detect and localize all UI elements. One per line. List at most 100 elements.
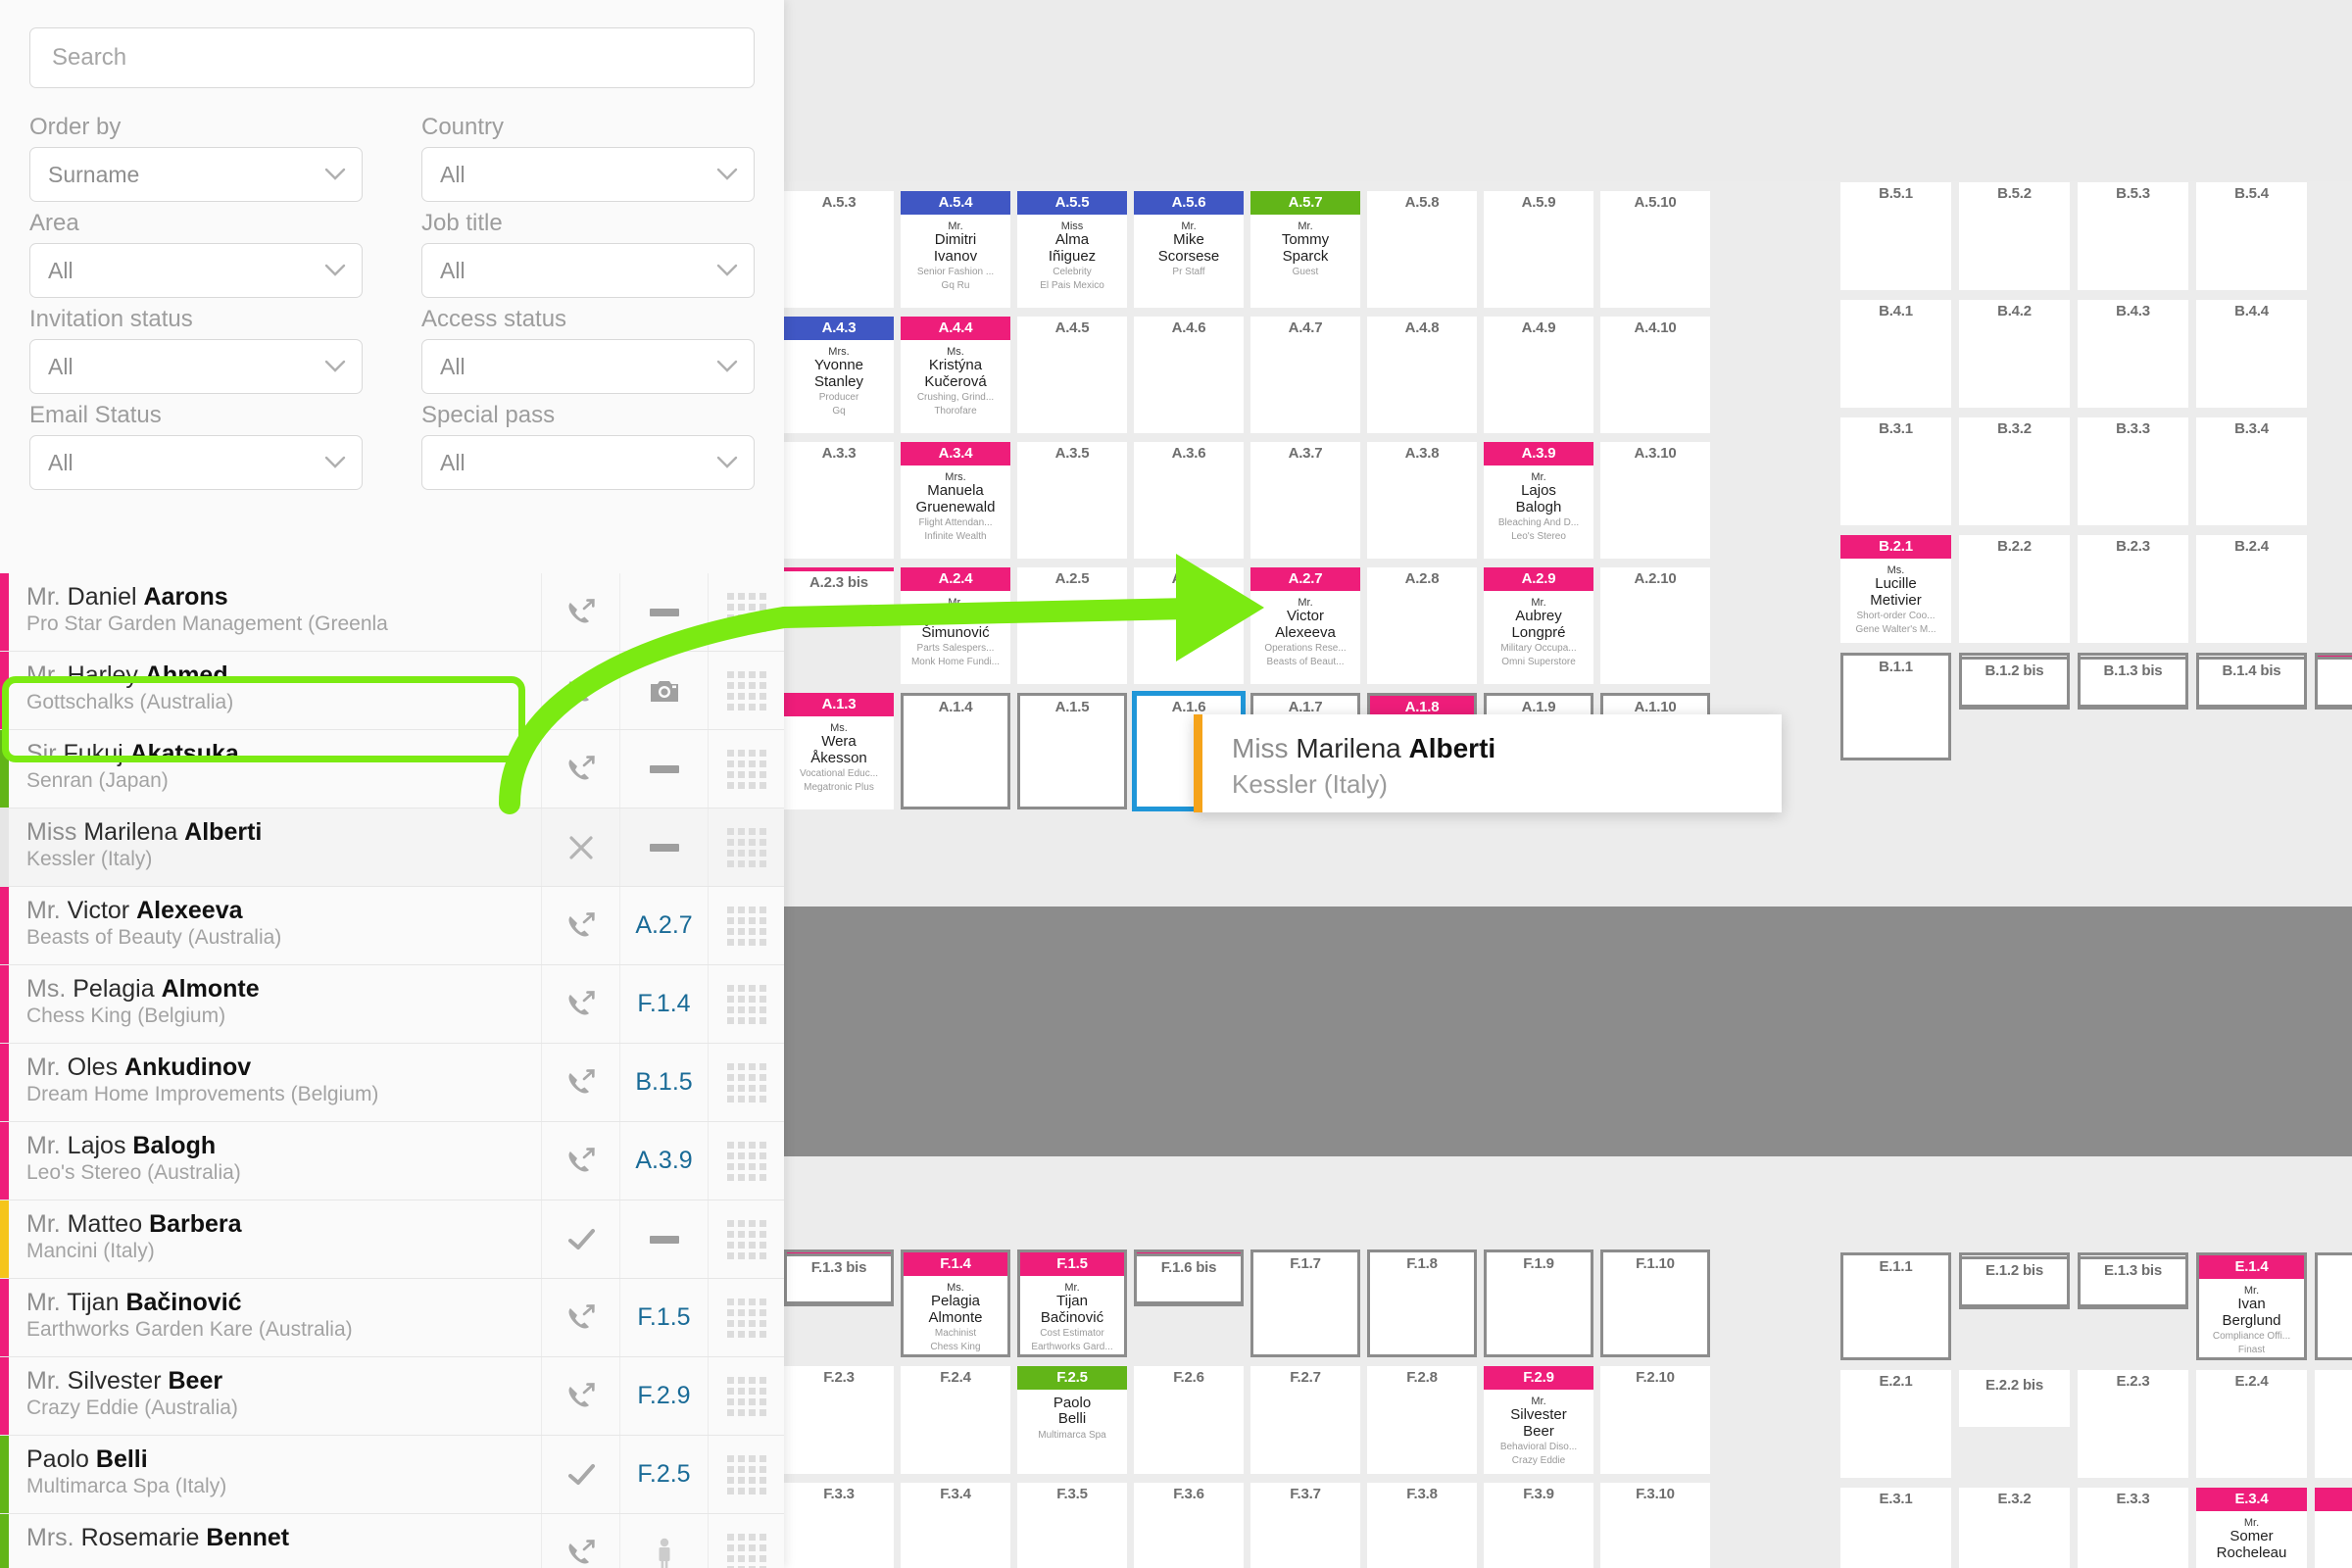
- seat-cell[interactable]: F.2.4: [901, 1366, 1010, 1474]
- seat-cell[interactable]: A.2.8: [1367, 567, 1477, 684]
- search-input[interactable]: Search: [29, 27, 755, 88]
- seat-cell[interactable]: F.3.5: [1017, 1483, 1127, 1568]
- seat-cell[interactable]: A.5.5 Miss Alma Iñiguez Celebrity El Pais Mex…: [1017, 191, 1127, 308]
- seat-cell[interactable]: A.2.5: [1017, 567, 1127, 684]
- seat-cell-bis[interactable]: F.1.3 bis: [784, 1253, 894, 1304]
- filter-select-access-status[interactable]: All: [421, 339, 755, 394]
- guest-invitation-cell[interactable]: [541, 730, 619, 808]
- seat-cell[interactable]: A.4.3 Mrs. Yvonne Stanley Producer Gq: [784, 317, 894, 433]
- seat-cell[interactable]: E.3.1: [1840, 1488, 1951, 1568]
- guest-access-cell[interactable]: F.2.5: [619, 1436, 708, 1513]
- seat-cell[interactable]: A.1.4: [901, 693, 1010, 809]
- seat-link[interactable]: F.1.5: [637, 1303, 690, 1332]
- seat-cell[interactable]: B.5.4: [2196, 182, 2307, 290]
- seat-cell[interactable]: B.4.1: [1840, 300, 1951, 408]
- seat-cell[interactable]: A.4.10: [1600, 317, 1710, 433]
- seat-cell-bis[interactable]: B.1.2 bis: [1959, 657, 2070, 708]
- filter-select-order-by[interactable]: Surname: [29, 147, 363, 202]
- guest-access-cell[interactable]: A.3.9: [619, 1122, 708, 1200]
- close-icon[interactable]: [565, 832, 597, 863]
- seat-cell[interactable]: A.4.5: [1017, 317, 1127, 433]
- seat-cell[interactable]: E.1.4 Mr. Ivan Berglund Compliance Offi... Fi…: [2196, 1252, 2307, 1360]
- guest-drag-cell[interactable]: [708, 1436, 784, 1513]
- seat-cell[interactable]: E.3.4 Mr. Somer Rocheleau: [2196, 1488, 2307, 1568]
- check-icon[interactable]: [565, 1459, 597, 1491]
- guest-row[interactable]: Ms. Pelagia Almonte Chess King (Belgium) F…: [0, 965, 784, 1044]
- seat-cell-bis[interactable]: B.1.4 bis: [2196, 657, 2307, 708]
- guest-row[interactable]: Mr. Lajos Balogh Leo's Stereo (Australia)…: [0, 1122, 784, 1200]
- guest-drag-cell[interactable]: [708, 652, 784, 729]
- seat-cell[interactable]: F.2.9 Mr. Silvester Beer Behavioral Diso... C…: [1484, 1366, 1593, 1474]
- guest-access-cell[interactable]: F.2.9: [619, 1357, 708, 1435]
- seat-cell-bis[interactable]: E.1.3 bis: [2078, 1256, 2188, 1307]
- seat-cell[interactable]: E.2.1: [1840, 1370, 1951, 1478]
- seat-cell-bis[interactable]: F.1.6 bis: [1134, 1253, 1244, 1304]
- seat-cell[interactable]: B.2.4: [2196, 535, 2307, 643]
- guest-row[interactable]: Sir Fukuj Akatsuka Senran (Japan): [0, 730, 784, 808]
- guest-invitation-cell[interactable]: [541, 965, 619, 1043]
- seat-cell[interactable]: F.3.7: [1250, 1483, 1360, 1568]
- drag-handle-icon[interactable]: [726, 1219, 766, 1259]
- drag-handle-icon[interactable]: [726, 984, 766, 1024]
- seat-cell-bis[interactable]: E.1.2 bis: [1959, 1256, 2070, 1307]
- guest-row[interactable]: Mr. Tijan Bačinović Earthworks Garden Kar…: [0, 1279, 784, 1357]
- guest-row[interactable]: Miss Marilena Alberti Kessler (Italy): [0, 808, 784, 887]
- seat-cell[interactable]: B.5.3: [2078, 182, 2188, 290]
- call-forward-icon[interactable]: [564, 753, 598, 786]
- drag-handle-icon[interactable]: [726, 827, 766, 867]
- drag-handle-icon[interactable]: [726, 592, 766, 632]
- seat-cell[interactable]: E.1.1: [1840, 1252, 1951, 1360]
- seat-cell[interactable]: A.3.9 Mr. Lajos Balogh Bleaching And D... Leo…: [1484, 442, 1593, 559]
- guest-invitation-cell[interactable]: [541, 1044, 619, 1121]
- drag-handle-icon[interactable]: [726, 906, 766, 946]
- seat-cell[interactable]: B.3.2: [1959, 417, 2070, 525]
- seat-cell-bis[interactable]: E.2.2 bis: [1959, 1374, 2070, 1425]
- seat-cell[interactable]: F.2.8: [1367, 1366, 1477, 1474]
- guest-access-cell[interactable]: A.2.7: [619, 887, 708, 964]
- seat-cell[interactable]: F.1.9: [1484, 1250, 1593, 1357]
- drag-handle-icon[interactable]: [726, 670, 766, 710]
- guest-access-cell[interactable]: [619, 808, 708, 886]
- seat-cell-bis[interactable]: B.1.3 bis: [2078, 657, 2188, 708]
- guest-invitation-cell[interactable]: [541, 1357, 619, 1435]
- seat-cell[interactable]: F.3.8: [1367, 1483, 1477, 1568]
- seat-cell[interactable]: A.5.4 Mr. Dimitri Ivanov Senior Fashion ... G…: [901, 191, 1010, 308]
- guest-row[interactable]: Mrs. Rosemarie Bennet: [0, 1514, 784, 1568]
- seat-link[interactable]: B.1.5: [635, 1068, 692, 1097]
- seat-cell[interactable]: F.2.10: [1600, 1366, 1710, 1474]
- seat-cell[interactable]: F.1.10: [1600, 1250, 1710, 1357]
- guest-invitation-cell[interactable]: [541, 573, 619, 651]
- seat-cell[interactable]: E.3.5 R: [2315, 1488, 2352, 1568]
- guest-drag-cell[interactable]: [708, 1357, 784, 1435]
- seat-cell[interactable]: A.4.9: [1484, 317, 1593, 433]
- guest-list[interactable]: Mr. Daniel Aarons Pro Star Garden Managem…: [0, 573, 784, 1568]
- seat-cell[interactable]: E.3.2: [1959, 1488, 2070, 1568]
- filter-select-invitation-status[interactable]: All: [29, 339, 363, 394]
- seat-cell[interactable]: F.2.7: [1250, 1366, 1360, 1474]
- seat-cell[interactable]: A.4.8: [1367, 317, 1477, 433]
- seat-cell[interactable]: F.1.5 Mr. Tijan Bačinović Cost Estimator Eart…: [1017, 1250, 1127, 1357]
- seat-cell[interactable]: A.3.4 Mrs. Manuela Gruenewald Flight Attenda…: [901, 442, 1010, 559]
- seat-cell[interactable]: F.3.9: [1484, 1483, 1593, 1568]
- seat-cell[interactable]: B.1.1: [1840, 653, 1951, 760]
- filter-select-special-pass[interactable]: All: [421, 435, 755, 490]
- guest-drag-cell[interactable]: [708, 965, 784, 1043]
- seat-cell[interactable]: B.2.1 Ms. Lucille Metivier Short-order Coo..…: [1840, 535, 1951, 643]
- seat-cell[interactable]: A.2.7 Mr. Victor Alexeeva Operations Rese...…: [1250, 567, 1360, 684]
- seat-cell[interactable]: F.1.7: [1250, 1250, 1360, 1357]
- seat-cell-bis[interactable]: A.2.3 bis: [784, 571, 894, 622]
- call-forward-icon[interactable]: [564, 988, 598, 1021]
- guest-invitation-cell[interactable]: [541, 1122, 619, 1200]
- seat-cell-bis[interactable]: B: [2315, 657, 2352, 708]
- drag-handle-icon[interactable]: [726, 1062, 766, 1102]
- guest-row[interactable]: Mr. Matteo Barbera Mancini (Italy): [0, 1200, 784, 1279]
- guest-row[interactable]: Mr. Victor Alexeeva Beasts of Beauty (Aus…: [0, 887, 784, 965]
- guest-access-cell[interactable]: F.1.4: [619, 965, 708, 1043]
- seat-cell[interactable]: B.5.1: [1840, 182, 1951, 290]
- seat-cell[interactable]: A.5.3: [784, 191, 894, 308]
- seat-cell[interactable]: A.3.3: [784, 442, 894, 559]
- seat-cell[interactable]: A.1.5: [1017, 693, 1127, 809]
- guest-invitation-cell[interactable]: [541, 887, 619, 964]
- guest-access-cell[interactable]: F.1.5: [619, 1279, 708, 1356]
- seat-cell[interactable]: A.2.6: [1134, 567, 1244, 684]
